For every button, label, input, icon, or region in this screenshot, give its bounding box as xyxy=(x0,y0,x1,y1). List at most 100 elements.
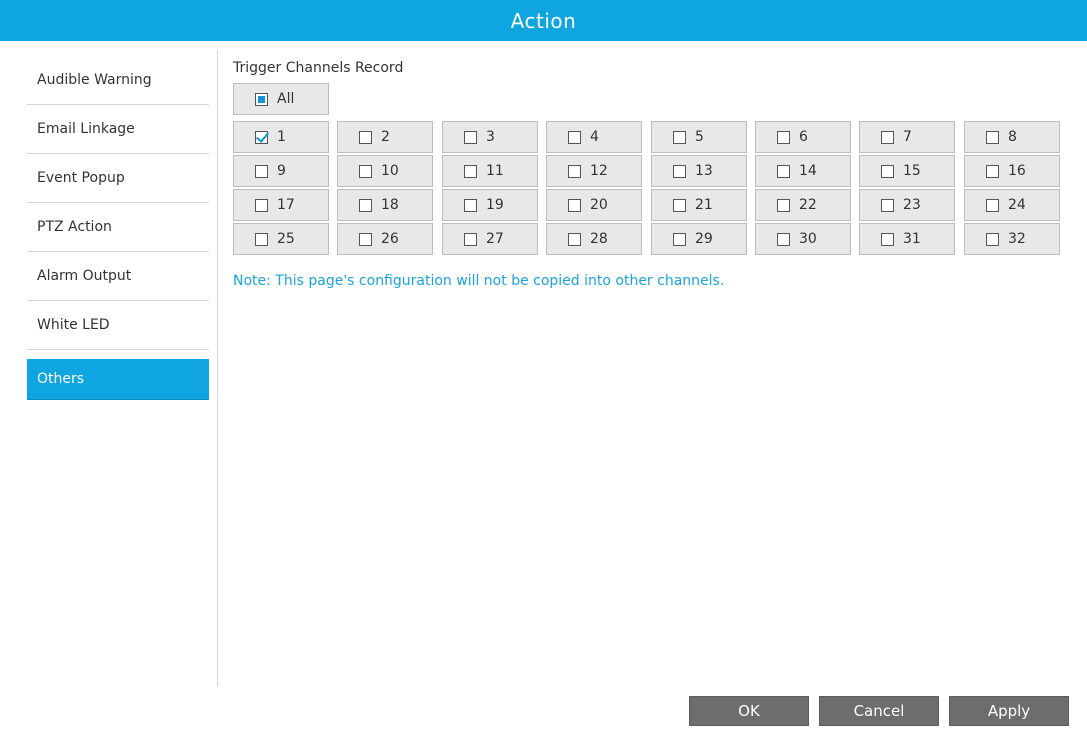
channel-checkbox[interactable]: 12 xyxy=(546,155,642,187)
select-all-label: All xyxy=(277,91,295,107)
window-title: Action xyxy=(510,8,577,33)
checkbox-box[interactable] xyxy=(673,232,686,246)
checkbox-box[interactable] xyxy=(255,92,268,106)
checkbox-box[interactable] xyxy=(777,198,790,212)
checkbox-box[interactable] xyxy=(673,198,686,212)
checkbox-box[interactable] xyxy=(568,198,581,212)
window-title-bar: Action xyxy=(0,0,1087,41)
sidebar-item-event-popup[interactable]: Event Popup xyxy=(27,154,209,203)
sidebar-item-email-linkage[interactable]: Email Linkage xyxy=(27,105,209,154)
checkbox-box[interactable] xyxy=(568,130,581,144)
channel-label: 18 xyxy=(381,197,399,213)
channel-checkbox[interactable]: 19 xyxy=(442,189,538,221)
channel-label: 5 xyxy=(695,129,704,145)
channel-label: 10 xyxy=(381,163,399,179)
sidebar-item-audible-warning[interactable]: Audible Warning xyxy=(27,56,209,105)
channel-label: 11 xyxy=(486,163,504,179)
checkbox-box[interactable] xyxy=(881,232,894,246)
channel-checkbox[interactable]: 20 xyxy=(546,189,642,221)
channel-checkbox[interactable]: 28 xyxy=(546,223,642,255)
channel-label: 26 xyxy=(381,231,399,247)
checkbox-box[interactable] xyxy=(568,232,581,246)
ok-button[interactable]: OK xyxy=(689,696,809,726)
channel-label: 24 xyxy=(1008,197,1026,213)
checkbox-box[interactable] xyxy=(464,164,477,178)
channel-checkbox[interactable]: 23 xyxy=(859,189,955,221)
checkbox-box[interactable] xyxy=(777,130,790,144)
channel-checkbox[interactable]: 25 xyxy=(233,223,329,255)
channel-checkbox[interactable]: 16 xyxy=(964,155,1060,187)
checkbox-box[interactable] xyxy=(255,232,268,246)
checkbox-box[interactable] xyxy=(464,130,477,144)
channel-checkbox[interactable]: 32 xyxy=(964,223,1060,255)
vertical-divider xyxy=(217,50,218,687)
channel-checkbox[interactable]: 15 xyxy=(859,155,955,187)
checkbox-box[interactable] xyxy=(986,164,999,178)
channel-checkbox[interactable]: 5 xyxy=(651,121,747,153)
channel-label: 4 xyxy=(590,129,599,145)
checkbox-box[interactable] xyxy=(881,164,894,178)
checkbox-box[interactable] xyxy=(673,130,686,144)
checkbox-box[interactable] xyxy=(359,130,372,144)
channel-label: 30 xyxy=(799,231,817,247)
checkbox-box[interactable] xyxy=(986,232,999,246)
checkbox-box[interactable] xyxy=(777,232,790,246)
channel-checkbox[interactable]: 26 xyxy=(337,223,433,255)
channel-checkbox[interactable]: 29 xyxy=(651,223,747,255)
checkbox-box[interactable] xyxy=(568,164,581,178)
sidebar-item-white-led[interactable]: White LED xyxy=(27,301,209,350)
channel-label: 15 xyxy=(903,163,921,179)
select-all-checkbox[interactable]: All xyxy=(233,83,329,115)
sidebar-item-others[interactable]: Others xyxy=(27,359,209,400)
channel-label: 22 xyxy=(799,197,817,213)
channel-label: 2 xyxy=(381,129,390,145)
sidebar-item-ptz-action[interactable]: PTZ Action xyxy=(27,203,209,252)
sidebar: Audible Warning Email Linkage Event Popu… xyxy=(27,56,209,400)
channel-label: 17 xyxy=(277,197,295,213)
checkbox-box[interactable] xyxy=(359,198,372,212)
checkbox-box[interactable] xyxy=(359,232,372,246)
channel-checkbox[interactable]: 2 xyxy=(337,121,433,153)
checkbox-box[interactable] xyxy=(986,130,999,144)
channel-checkbox[interactable]: 4 xyxy=(546,121,642,153)
channel-checkbox[interactable]: 27 xyxy=(442,223,538,255)
channel-checkbox[interactable]: 18 xyxy=(337,189,433,221)
checkbox-box[interactable] xyxy=(464,198,477,212)
channel-label: 20 xyxy=(590,197,608,213)
channel-checkbox[interactable]: 14 xyxy=(755,155,851,187)
sidebar-item-alarm-output[interactable]: Alarm Output xyxy=(27,252,209,301)
checkbox-box[interactable] xyxy=(881,198,894,212)
checkbox-box[interactable] xyxy=(881,130,894,144)
apply-button[interactable]: Apply xyxy=(949,696,1069,726)
channel-checkbox[interactable]: 9 xyxy=(233,155,329,187)
channel-checkbox[interactable]: 11 xyxy=(442,155,538,187)
channel-checkbox[interactable]: 3 xyxy=(442,121,538,153)
channel-checkbox[interactable]: 7 xyxy=(859,121,955,153)
section-title: Trigger Channels Record xyxy=(233,60,404,76)
channel-label: 16 xyxy=(1008,163,1026,179)
checkbox-box[interactable] xyxy=(673,164,686,178)
checkbox-box[interactable] xyxy=(986,198,999,212)
channel-checkbox[interactable]: 30 xyxy=(755,223,851,255)
checkbox-box[interactable] xyxy=(255,164,268,178)
channel-checkbox[interactable]: 8 xyxy=(964,121,1060,153)
channel-label: 12 xyxy=(590,163,608,179)
channel-label: 19 xyxy=(486,197,504,213)
checkbox-box[interactable] xyxy=(464,232,477,246)
cancel-button[interactable]: Cancel xyxy=(819,696,939,726)
channel-checkbox[interactable]: 6 xyxy=(755,121,851,153)
channel-checkbox[interactable]: 21 xyxy=(651,189,747,221)
channel-checkbox[interactable]: 10 xyxy=(337,155,433,187)
checkbox-box[interactable] xyxy=(359,164,372,178)
channel-checkbox[interactable]: 17 xyxy=(233,189,329,221)
checkbox-box[interactable] xyxy=(255,198,268,212)
channel-checkbox[interactable]: 31 xyxy=(859,223,955,255)
checkbox-box[interactable] xyxy=(255,130,268,144)
channel-checkbox[interactable]: 1 xyxy=(233,121,329,153)
channel-label: 6 xyxy=(799,129,808,145)
checkbox-box[interactable] xyxy=(777,164,790,178)
channel-label: 13 xyxy=(695,163,713,179)
channel-checkbox[interactable]: 22 xyxy=(755,189,851,221)
channel-checkbox[interactable]: 24 xyxy=(964,189,1060,221)
channel-checkbox[interactable]: 13 xyxy=(651,155,747,187)
